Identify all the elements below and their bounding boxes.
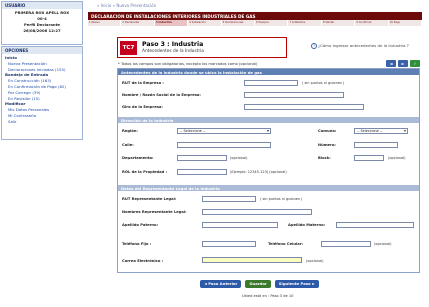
step-1: 1 Nuevo [88,20,122,26]
step-subtitle: Antecedentes de la Industria [142,49,204,54]
tel-fijo-input[interactable] [202,241,256,247]
tel-celular-note: (opcional) [374,242,392,246]
menu-salir[interactable]: Salir [5,119,79,125]
calle-input[interactable] [177,142,271,148]
step-8: 8 Validar [321,20,356,26]
user-date: 26/08/2006 12:27 [23,28,61,33]
rut-rep-input[interactable] [202,196,256,202]
ap-paterno-label: Apellido Paterno: [122,223,159,227]
step-5: 5 Declaraciones [221,20,256,26]
rut-rep-note: ( sin puntos ni guiones ) [260,197,303,201]
step-4: 4 Instalación [188,20,222,26]
options-panel: OPCIONES Inicio Nueva Presentación Decla… [1,46,83,140]
numero-input[interactable] [354,142,398,148]
giro-label: Giro de la Empresa: [122,105,163,109]
block-input[interactable] [354,155,384,161]
correo-input[interactable] [202,257,302,263]
step-10: 10 Pago [388,20,423,26]
step-2: 2 Declarante [121,20,155,26]
nav-next-button[interactable]: ► [398,60,408,67]
tel-celular-label: Teléfono Celular: [268,242,304,246]
numero-label: Número: [318,143,336,147]
options-menu: Inicio Nueva Presentación Declaraciones … [2,54,82,126]
industry-form: Antecedentes de la industria donde se ub… [117,68,420,273]
breadcrumb: » Inicio » Nueva Presentación [97,3,156,8]
step-6: 6 Equipos [255,20,289,26]
block-label: Block: [318,156,331,160]
ap-paterno-input[interactable] [202,222,278,228]
tel-fijo-label: Teléfono Fijo : [122,242,152,246]
step-title: Paso 3 : Industria [142,41,204,48]
nav-save-button[interactable]: ✓ [410,60,420,67]
rut-rep-label: RUT Representante Legal: [122,197,177,201]
help-link-text[interactable]: ¿Cómo ingresar antecedentes de la Indust… [318,43,409,48]
step-title-box: TC7 Paso 3 : Industria Antecedentes de l… [117,37,287,58]
tc7-badge: TC7 [120,41,137,55]
breadcrumb-sep: » [112,3,116,8]
ap-materno-input[interactable] [336,222,414,228]
prev-step-button[interactable]: ◄ Paso Anterior [200,280,242,288]
depto-note: (opcional) [230,156,248,160]
nombre-input[interactable] [244,92,344,98]
user-panel: USUARIO PRIMERA ROX APELL ROX 00-4 Perfi… [1,1,83,45]
user-info: PRIMERA ROX APELL ROX 00-4 Perfil Declar… [2,9,82,34]
calle-label: Calle: [122,143,134,147]
step-position-text: Usted está en : Paso 3 de 10 [242,294,294,298]
region-label: Región: [122,129,138,133]
correo-note: (opcional) [306,259,324,263]
comuna-label: Comuna: [318,129,337,133]
nombres-rep-input[interactable] [202,209,312,215]
rut-input[interactable] [244,80,298,86]
giro-input[interactable] [244,104,364,110]
nav-buttons: ◄ ► ✓ [386,60,420,67]
user-panel-title: USUARIO [2,2,82,9]
next-step-button[interactable]: Siguiente Paso ► [274,280,319,288]
steps-bar: 1 Nuevo 2 Declarante 3 Industria 4 Insta… [88,20,423,26]
form-banner: DECLARACION DE INSTALACIONES INTERIORES … [88,12,422,20]
tel-celular-input[interactable] [321,241,371,247]
section-industria: Antecedentes de la industria donde se ub… [118,69,419,75]
section-representante: Datos del Representante Legal de la Indu… [118,185,419,191]
section-direccion: Dirección de la Industria [118,117,419,123]
rut-label: RUT de la Empresa : [122,81,164,85]
help-icon: ? [311,43,317,49]
step-9: 9 Confirmar [355,20,389,26]
block-note: (opcional) [388,156,406,160]
comuna-select[interactable]: -- Seleccione -- [354,128,408,134]
ap-materno-label: Apellido Materno: [288,223,326,227]
correo-label: Correo Electrónico : [122,259,164,263]
nav-prev-button[interactable]: ◄ [386,60,396,67]
options-panel-title: OPCIONES [2,47,82,54]
step-3: 3 Industria [154,20,189,26]
rut-note: ( sin puntos ni guiones ) [302,81,345,85]
breadcrumb-current[interactable]: Nueva Presentación [116,3,156,8]
nombre-label: Nombre / Razón Social de la Empresa: [122,93,201,97]
help-link[interactable]: ? ¿Cómo ingresar antecedentes de la Indus… [311,43,409,49]
rol-label: ROL de la Propiedad : [122,170,168,174]
step-7: 7 Artefactos [288,20,322,26]
depto-label: Departamento: [122,156,154,160]
nombres-rep-label: Nombres Representante Legal: [122,210,187,214]
required-note: * Todos los campos son obligatorios, exc… [118,62,258,66]
breadcrumb-home[interactable]: » Inicio [97,3,111,8]
rol-note: (Ejemplo: 12345-123) (opcional) [230,170,287,174]
depto-input[interactable] [177,155,227,161]
save-button[interactable]: Guardar [245,280,271,288]
rol-input[interactable] [177,169,227,175]
bottom-buttons: ◄ Paso Anterior Guardar Siguiente Paso ► [200,280,319,288]
region-select[interactable]: -- Seleccione -- [177,128,271,134]
